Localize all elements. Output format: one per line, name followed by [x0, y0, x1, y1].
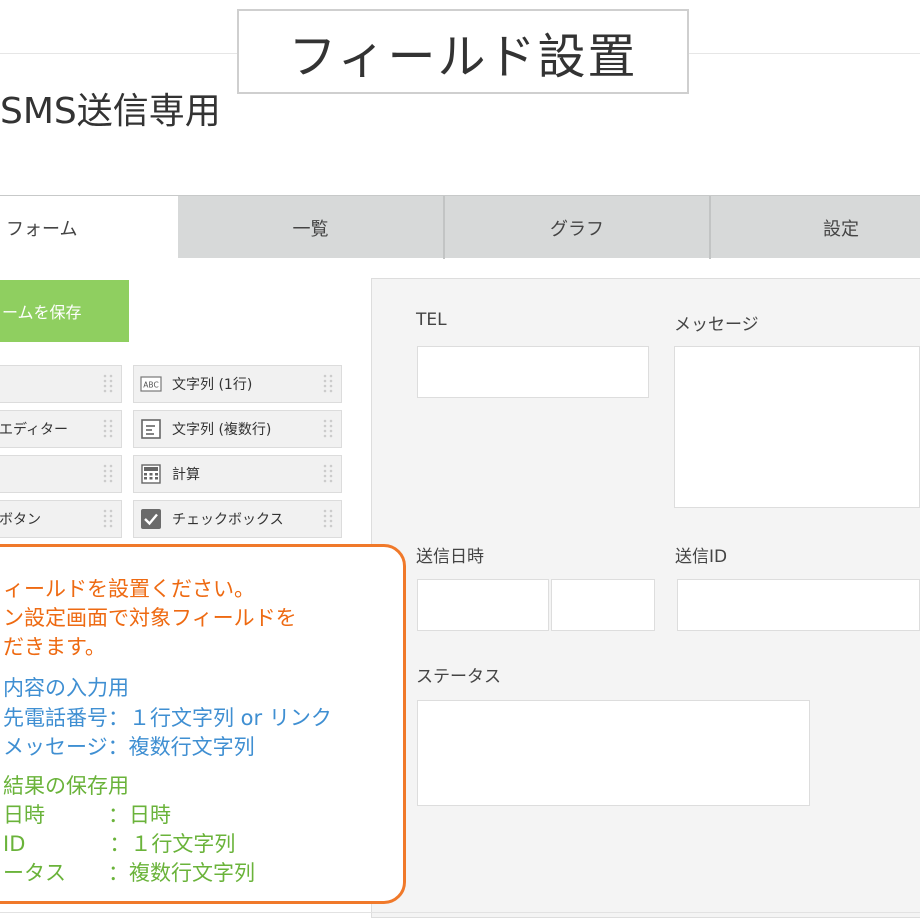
- tab-settings[interactable]: 設定: [711, 196, 920, 259]
- app-title: SMS送信専用: [0, 91, 221, 132]
- drag-handle-icon[interactable]: [103, 419, 113, 439]
- callout-line: ータス ：複数行文字列: [3, 861, 255, 885]
- palette-item-left-1[interactable]: [0, 365, 122, 403]
- abc-text-icon: ABC: [140, 376, 162, 392]
- tab-bar: フォーム 一覧 グラフ 設定: [0, 195, 920, 260]
- sent-time-field[interactable]: [551, 579, 655, 631]
- drag-handle-icon[interactable]: [103, 374, 113, 394]
- tab-graph[interactable]: グラフ: [445, 196, 711, 259]
- tel-label: TEL: [416, 310, 447, 330]
- callout-line: 結果の保存用: [3, 774, 129, 798]
- instruction-callout: ィールドを設置ください。 ン設定画面で対象フィールドを だきます。 内容の入力用…: [0, 544, 406, 904]
- callout-line: 日時 ：日時: [3, 803, 171, 827]
- callout-line: ィールドを設置ください。: [3, 577, 255, 601]
- status-field[interactable]: [417, 700, 810, 806]
- tel-field[interactable]: [417, 346, 649, 398]
- sent-datetime-label: 送信日時: [416, 547, 484, 567]
- checkbox-icon: [141, 509, 161, 529]
- palette-item-label: ボタン: [0, 512, 41, 528]
- palette-item-single-line-text[interactable]: ABC 文字列 (1行): [133, 365, 342, 403]
- palette-item-label: チェックボックス: [172, 512, 284, 528]
- calculator-icon: [141, 464, 161, 484]
- callout-line: ID ：１行文字列: [3, 832, 236, 856]
- drag-handle-icon[interactable]: [323, 464, 333, 484]
- message-label: メッセージ: [674, 315, 759, 335]
- palette-item-label: 計算: [172, 467, 200, 483]
- callout-line: ン設定画面で対象フィールドを: [3, 606, 297, 630]
- drag-handle-icon[interactable]: [103, 464, 113, 484]
- callout-line: メッセージ：複数行文字列: [3, 735, 255, 759]
- palette-item-left-4[interactable]: ボタン: [0, 500, 122, 538]
- callout-line: だきます。: [3, 635, 106, 659]
- tab-list[interactable]: 一覧: [178, 196, 445, 259]
- bottom-divider: [0, 912, 920, 913]
- palette-item-left-3[interactable]: [0, 455, 122, 493]
- callout-line: 内容の入力用: [3, 676, 129, 700]
- palette-item-label: エディター: [0, 422, 69, 438]
- sent-id-label: 送信ID: [675, 547, 728, 567]
- abc-glyph: ABC: [143, 381, 158, 390]
- status-label: ステータス: [416, 667, 501, 687]
- multiline-text-icon: [141, 419, 161, 439]
- palette-item-left-2[interactable]: エディター: [0, 410, 122, 448]
- drag-handle-icon[interactable]: [323, 509, 333, 529]
- drag-handle-icon[interactable]: [103, 509, 113, 529]
- palette-item-label: 文字列 (複数行): [172, 422, 272, 438]
- caption-label: フィールド設置: [237, 9, 689, 94]
- drag-handle-icon[interactable]: [323, 419, 333, 439]
- palette-item-calculation[interactable]: 計算: [133, 455, 342, 493]
- palette-item-label: 文字列 (1行): [172, 377, 253, 393]
- palette-item-multi-line-text[interactable]: 文字列 (複数行): [133, 410, 342, 448]
- message-field[interactable]: [674, 346, 920, 508]
- tab-form[interactable]: フォーム: [0, 196, 178, 260]
- save-form-button[interactable]: ームを保存: [0, 280, 129, 342]
- sent-date-field[interactable]: [417, 579, 549, 631]
- drag-handle-icon[interactable]: [323, 374, 333, 394]
- palette-item-checkbox[interactable]: チェックボックス: [133, 500, 342, 538]
- callout-line: 先電話番号：１行文字列 or リンク: [3, 706, 332, 730]
- sent-id-field[interactable]: [677, 579, 920, 631]
